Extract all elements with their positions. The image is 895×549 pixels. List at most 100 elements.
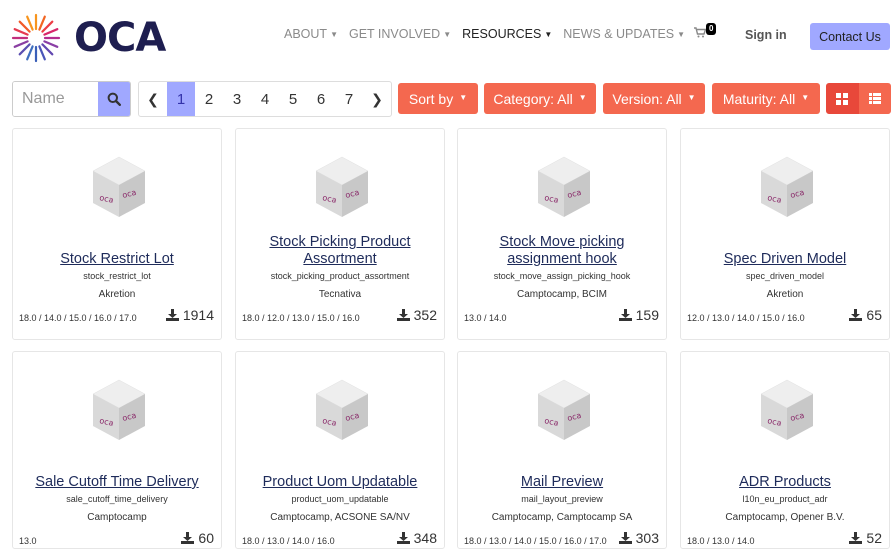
caret-down-icon: ▼ — [443, 30, 452, 39]
grid-view-button[interactable] — [826, 83, 859, 114]
module-cube-icon — [92, 156, 146, 218]
page-4-button[interactable]: 4 — [251, 82, 279, 116]
module-downloads: 52 — [849, 530, 882, 546]
search-input[interactable] — [13, 82, 98, 116]
view-toggle — [826, 83, 891, 114]
module-author: Camptocamp, BCIM — [516, 289, 608, 300]
list-view-button[interactable] — [858, 83, 891, 114]
nav-about-label: ABOUT — [284, 27, 328, 41]
module-title-link[interactable]: Stock Picking Product Assortment — [244, 234, 436, 268]
module-card[interactable]: Mail Preview mail_layout_preview Camptoc… — [457, 351, 667, 549]
module-versions: 13.0 / 14.0 — [464, 313, 507, 323]
module-card[interactable]: Stock Restrict Lot stock_restrict_lot Ak… — [12, 128, 222, 340]
module-technical-name: sale_cutoff_time_delivery — [66, 494, 168, 504]
module-card[interactable]: Spec Driven Model spec_driven_model Akre… — [680, 128, 890, 340]
module-title-link[interactable]: Product Uom Updatable — [244, 474, 436, 491]
download-count: 348 — [413, 530, 437, 546]
module-card[interactable]: Product Uom Updatable product_uom_updata… — [235, 351, 445, 549]
version-label: Version: All — [612, 90, 682, 107]
module-author: Tecnativa — [318, 289, 362, 300]
page-7-button[interactable]: 7 — [335, 82, 363, 116]
module-card[interactable]: Sale Cutoff Time Delivery sale_cutoff_ti… — [12, 351, 222, 549]
nav-resources[interactable]: RESOURCES ▼ — [462, 27, 552, 41]
caret-down-icon: ▼ — [578, 93, 587, 102]
module-card[interactable]: ADR Products l10n_eu_product_adr Camptoc… — [680, 351, 890, 549]
sign-in-link[interactable]: Sign in — [745, 28, 787, 42]
module-downloads: 303 — [618, 530, 659, 546]
module-downloads: 159 — [618, 307, 659, 323]
module-title-link[interactable]: Sale Cutoff Time Delivery — [21, 474, 213, 491]
module-title-link[interactable]: Spec Driven Model — [689, 251, 881, 268]
download-icon — [396, 532, 410, 544]
module-card[interactable]: Stock Picking Product Assortment stock_p… — [235, 128, 445, 340]
module-versions: 18.0 / 14.0 / 15.0 / 16.0 / 17.0 — [19, 313, 137, 323]
nav-news-updates-label: NEWS & UPDATES — [563, 27, 675, 41]
download-icon — [165, 309, 179, 321]
cart-button[interactable]: 0 — [694, 23, 717, 41]
module-cube-icon — [537, 156, 591, 218]
page-3-button[interactable]: 3 — [223, 82, 251, 116]
module-versions: 18.0 / 13.0 / 14.0 / 16.0 — [242, 536, 335, 546]
category-dropdown[interactable]: Category: All ▼ — [484, 83, 596, 114]
cart-count-badge: 0 — [706, 23, 717, 35]
module-cube-icon — [92, 379, 146, 441]
download-icon — [618, 309, 632, 321]
module-cube-icon — [760, 379, 814, 441]
module-title-link[interactable]: ADR Products — [689, 474, 881, 491]
caret-down-icon: ▼ — [687, 93, 696, 102]
nav-resources-label: RESOURCES — [462, 27, 542, 41]
module-downloads: 348 — [396, 530, 437, 546]
logo-text: OCA — [74, 15, 166, 61]
search-button[interactable] — [98, 82, 130, 116]
search-group — [12, 81, 131, 117]
nav-about[interactable]: ABOUT ▼ — [284, 27, 338, 41]
download-icon — [396, 309, 410, 321]
page-5-button[interactable]: 5 — [279, 82, 307, 116]
module-author: Camptocamp, Camptocamp SA — [491, 512, 633, 523]
module-technical-name: stock_picking_product_assortment — [270, 271, 410, 281]
grid-view-icon — [836, 92, 849, 105]
main-nav: ABOUT ▼ GET INVOLVED ▼ RESOURCES ▼ NEWS & U… — [284, 27, 696, 41]
download-count: 52 — [866, 530, 882, 546]
module-technical-name: l10n_eu_product_adr — [742, 494, 828, 504]
caret-down-icon: ▼ — [677, 30, 686, 39]
module-versions: 18.0 / 12.0 / 13.0 / 15.0 / 16.0 — [242, 313, 360, 323]
page-6-button[interactable]: 6 — [307, 82, 335, 116]
version-dropdown[interactable]: Version: All ▼ — [603, 83, 705, 114]
module-technical-name: spec_driven_model — [745, 271, 825, 281]
module-technical-name: product_uom_updatable — [291, 494, 389, 504]
module-downloads: 60 — [181, 530, 214, 546]
module-title-link[interactable]: Stock Restrict Lot — [21, 251, 213, 268]
module-cube-icon — [537, 379, 591, 441]
oca-burst-icon — [11, 13, 61, 63]
page-2-button[interactable]: 2 — [195, 82, 223, 116]
sort-by-label: Sort by — [408, 90, 454, 107]
nav-news-updates[interactable]: NEWS & UPDATES ▼ — [563, 27, 685, 41]
nav-get-involved[interactable]: GET INVOLVED ▼ — [349, 27, 451, 41]
contact-us-button[interactable]: Contact Us — [810, 23, 890, 50]
next-page-button[interactable]: ❯ — [363, 82, 391, 116]
download-count: 65 — [866, 307, 882, 323]
page-1-button[interactable]: 1 — [167, 82, 195, 116]
module-title-link[interactable]: Mail Preview — [466, 474, 658, 491]
module-author: Akretion — [766, 289, 804, 300]
pagination: ❮ 1 2 3 4 5 6 7 ❯ — [138, 81, 392, 117]
module-downloads: 352 — [396, 307, 437, 323]
sort-by-dropdown[interactable]: Sort by ▼ — [398, 83, 478, 114]
module-title-link[interactable]: Stock Move picking assignment hook — [466, 234, 658, 268]
module-technical-name: mail_layout_preview — [521, 494, 603, 504]
module-cube-icon — [315, 156, 369, 218]
maturity-dropdown[interactable]: Maturity: All ▼ — [712, 83, 820, 114]
module-author: Camptocamp, ACSONE SA/NV — [270, 512, 410, 523]
module-versions: 12.0 / 13.0 / 14.0 / 15.0 / 16.0 — [687, 313, 805, 323]
site-header: OCA ABOUT ▼ GET INVOLVED ▼ RESOURCES ▼ NEWS… — [0, 0, 895, 72]
caret-down-icon: ▼ — [544, 30, 553, 39]
module-technical-name: stock_move_assign_picking_hook — [493, 271, 631, 281]
prev-page-button[interactable]: ❮ — [139, 82, 167, 116]
maturity-label: Maturity: All — [722, 90, 796, 107]
download-count: 1914 — [182, 307, 214, 323]
caret-down-icon: ▼ — [330, 30, 338, 39]
module-card[interactable]: Stock Move picking assignment hook stock… — [457, 128, 667, 340]
nav-get-involved-label: GET INVOLVED — [348, 27, 441, 41]
oca-logo[interactable]: OCA — [10, 10, 190, 66]
